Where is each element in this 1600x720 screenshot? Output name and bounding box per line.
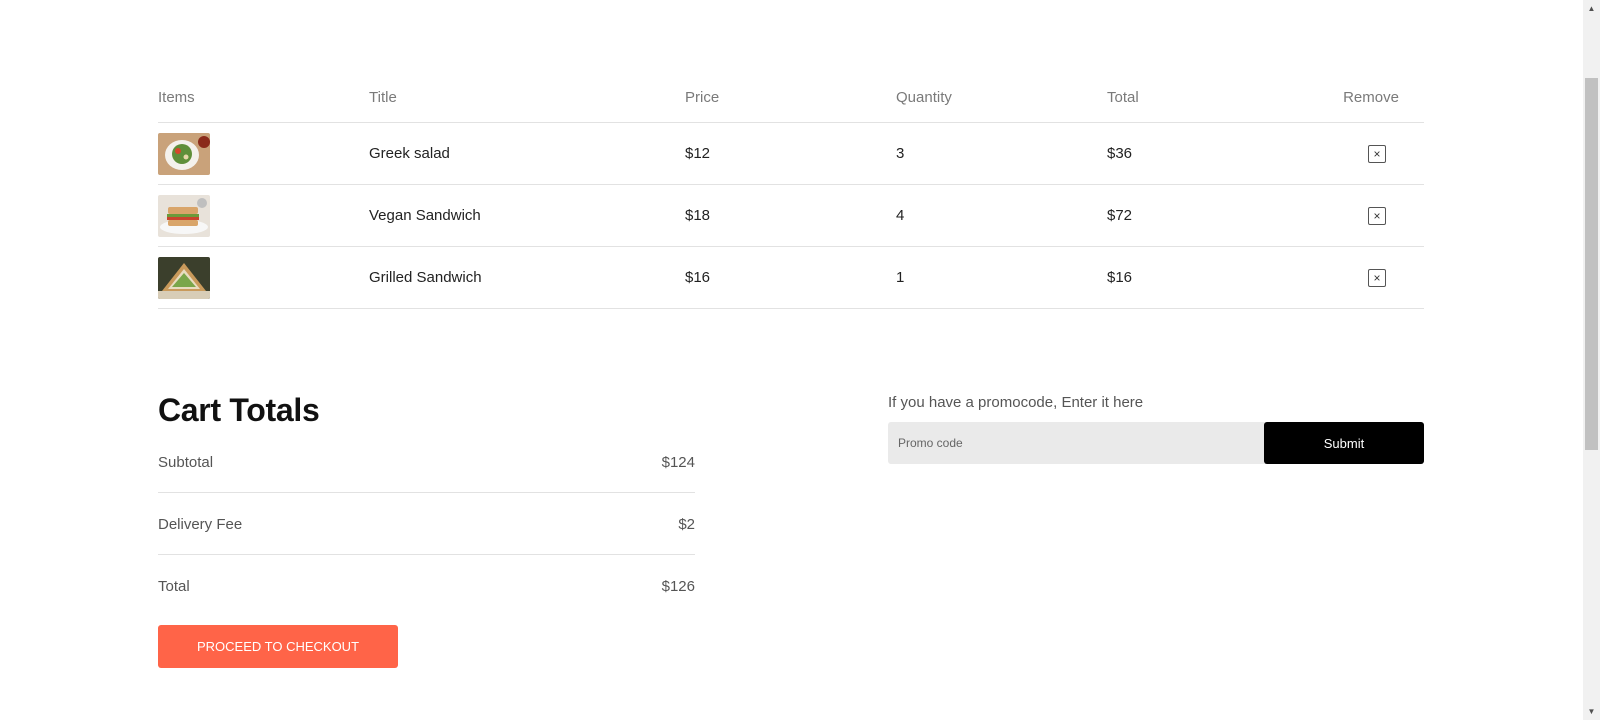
item-quantity: 1 bbox=[896, 269, 905, 286]
remove-cell: × bbox=[1318, 144, 1424, 163]
scrollbar-thumb[interactable] bbox=[1585, 78, 1598, 450]
remove-cell: × bbox=[1318, 268, 1424, 287]
vegan-sandwich-image bbox=[158, 194, 210, 237]
item-image-cell bbox=[158, 256, 369, 299]
item-title: Vegan Sandwich bbox=[369, 207, 481, 224]
vertical-scrollbar[interactable]: ▲ ▼ bbox=[1583, 0, 1600, 720]
header-price: Price bbox=[685, 88, 720, 106]
remove-item-button[interactable]: × bbox=[1368, 206, 1386, 225]
item-quantity: 3 bbox=[896, 145, 905, 162]
header-title: Title bbox=[369, 88, 397, 106]
promo-submit-button[interactable]: Submit bbox=[1264, 422, 1424, 464]
cart-row-grilled-sandwich: Grilled Sandwich $16 1 $16 × bbox=[158, 247, 1424, 309]
greek-salad-image bbox=[158, 132, 210, 175]
header-quantity: Quantity bbox=[896, 88, 952, 106]
item-total: $72 bbox=[1107, 207, 1133, 224]
promo-label: If you have a promocode, Enter it here bbox=[888, 394, 1144, 411]
promo-section: If you have a promocode, Enter it here S… bbox=[888, 394, 1424, 464]
item-total: $16 bbox=[1107, 269, 1133, 286]
item-total: $36 bbox=[1107, 145, 1133, 162]
cart-row-greek-salad: Greek salad $12 3 $36 × bbox=[158, 123, 1424, 185]
cart-page: Items Title Price Quantity Total Remove … bbox=[0, 0, 1600, 720]
item-image-cell bbox=[158, 194, 369, 237]
grilled-sandwich-image bbox=[158, 256, 210, 299]
header-items: Items bbox=[158, 88, 195, 106]
remove-item-button[interactable]: × bbox=[1368, 144, 1386, 163]
cart-table: Items Title Price Quantity Total Remove … bbox=[158, 72, 1424, 309]
subtotal-row: Subtotal $124 bbox=[158, 451, 695, 473]
header-remove: Remove bbox=[1343, 88, 1399, 106]
cart-totals-heading: Cart Totals bbox=[158, 392, 320, 428]
subtotal-value: $124 bbox=[661, 453, 695, 471]
cart-totals: Cart Totals Subtotal $124 Delivery Fee $… bbox=[158, 392, 695, 668]
item-price: $16 bbox=[685, 269, 711, 286]
scroll-down-arrow-icon[interactable]: ▼ bbox=[1583, 703, 1600, 720]
totals-divider bbox=[158, 554, 695, 555]
delivery-fee-label: Delivery Fee bbox=[158, 515, 243, 533]
item-image-cell bbox=[158, 132, 369, 175]
remove-item-button[interactable]: × bbox=[1368, 268, 1386, 287]
delivery-fee-value: $2 bbox=[678, 515, 695, 533]
promo-code-input[interactable] bbox=[888, 422, 1264, 464]
delivery-fee-row: Delivery Fee $2 bbox=[158, 513, 695, 535]
item-price: $12 bbox=[685, 145, 711, 162]
subtotal-label: Subtotal bbox=[158, 453, 214, 471]
scroll-up-arrow-icon[interactable]: ▲ bbox=[1583, 0, 1600, 17]
item-quantity: 4 bbox=[896, 207, 905, 224]
header-total: Total bbox=[1107, 88, 1139, 106]
remove-cell: × bbox=[1318, 206, 1424, 225]
promo-form: Submit bbox=[888, 422, 1424, 464]
item-title: Greek salad bbox=[369, 145, 450, 162]
total-value: $126 bbox=[661, 577, 695, 595]
total-label: Total bbox=[158, 577, 190, 595]
cart-header-row: Items Title Price Quantity Total Remove bbox=[158, 72, 1424, 123]
item-title: Grilled Sandwich bbox=[369, 269, 482, 286]
item-price: $18 bbox=[685, 207, 711, 224]
totals-divider bbox=[158, 492, 695, 493]
total-row: Total $126 bbox=[158, 575, 695, 597]
cart-row-vegan-sandwich: Vegan Sandwich $18 4 $72 × bbox=[158, 185, 1424, 247]
proceed-to-checkout-button[interactable]: PROCEED TO CHECKOUT bbox=[158, 625, 398, 668]
